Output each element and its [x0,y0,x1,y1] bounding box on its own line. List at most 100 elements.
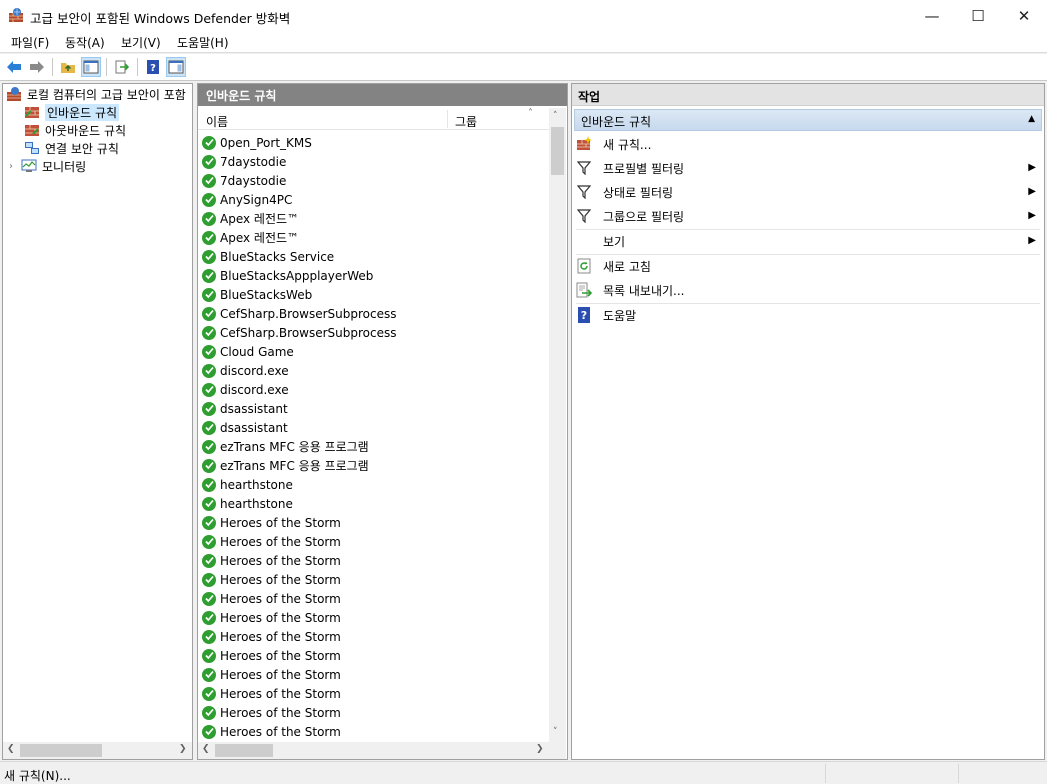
show-hide-action-pane-icon[interactable] [166,57,186,77]
enabled-check-icon [202,382,216,397]
scroll-right-icon[interactable]: ❯ [179,744,187,754]
refresh-icon [576,258,592,274]
table-row[interactable]: Heroes of the Storm [202,608,341,627]
table-row[interactable]: BlueStacksAppplayerWeb [202,266,373,285]
menu-action[interactable]: 동작(A) [65,34,105,51]
submenu-arrow-icon: ▶ [1028,210,1036,221]
table-row[interactable]: Heroes of the Storm [202,646,341,665]
up-folder-icon[interactable] [58,57,78,77]
table-row[interactable]: dsassistant [202,399,288,418]
scrollbar-thumb[interactable] [215,744,273,757]
chevron-right-icon[interactable]: › [9,161,21,172]
action-filter-by-profile[interactable]: 프로필별 필터링 ▶ [576,157,1040,179]
scroll-down-icon[interactable]: ˅ [553,727,558,737]
action-filter-by-group[interactable]: 그룹으로 필터링 ▶ [576,205,1040,227]
table-row[interactable]: CefSharp.BrowserSubprocess [202,323,397,342]
collapse-icon[interactable]: ▲ [1028,114,1035,124]
scroll-left-icon[interactable]: ❮ [202,744,210,754]
tree-root[interactable]: 로컬 컴퓨터의 고급 보안이 포함 [6,85,186,103]
table-row[interactable]: Heroes of the Storm [202,722,341,741]
show-hide-tree-icon[interactable] [81,57,101,77]
table-row[interactable]: discord.exe [202,380,289,399]
rule-name: ezTrans MFC 응용 프로그램 [220,459,369,473]
table-row[interactable]: CefSharp.BrowserSubprocess [202,304,397,323]
table-row[interactable]: 7daystodie [202,171,286,190]
filter-icon [576,160,592,176]
menu-view[interactable]: 보기(V) [121,34,161,51]
rule-name: BlueStacksWeb [220,287,313,302]
tree-item-outbound-rules[interactable]: 아웃바운드 규칙 [24,121,126,139]
rule-name: Heroes of the Storm [220,610,341,625]
table-row[interactable]: Heroes of the Storm [202,513,341,532]
enabled-check-icon [202,306,216,321]
table-row[interactable]: AnySign4PC [202,190,292,209]
table-row[interactable]: BlueStacks Service [202,247,334,266]
column-name-header[interactable]: 이름 [206,113,228,130]
table-row[interactable]: hearthstone [202,475,293,494]
tree-item-inbound-rules[interactable]: 인바운드 규칙 [24,103,120,121]
action-new-rule[interactable]: 새 규칙... [576,133,1040,155]
vertical-scrollbar[interactable]: ˄ ˅ [549,108,566,742]
table-row[interactable]: BlueStacksWeb [202,285,312,304]
help-icon[interactable]: ? [143,57,163,77]
table-row[interactable]: Cloud Game [202,342,294,361]
table-row[interactable]: 7daystodie [202,152,286,171]
action-refresh[interactable]: 새로 고침 [576,255,1040,277]
filter-icon [576,208,592,224]
close-button[interactable]: ✕ [1001,0,1047,31]
action-label: 새 규칙... [603,137,652,152]
table-row[interactable]: discord.exe [202,361,289,380]
export-list-icon[interactable] [112,57,132,77]
table-row[interactable]: ezTrans MFC 응용 프로그램 [202,456,369,475]
window-title: 고급 보안이 포함된 Windows Defender 방화벽 [30,11,291,26]
scrollbar-thumb[interactable] [20,744,102,757]
maximize-button[interactable]: ☐ [955,0,1001,31]
tree-item-monitoring[interactable]: › 모니터링 [9,157,86,175]
rule-name: Heroes of the Storm [220,534,341,549]
rule-name: ezTrans MFC 응용 프로그램 [220,440,369,454]
table-row[interactable]: Heroes of the Storm [202,589,341,608]
table-row[interactable]: 0pen_Port_KMS [202,133,312,152]
table-row[interactable]: Apex 레전드™ [202,209,299,228]
horizontal-scrollbar[interactable]: ❮ ❯ [198,742,549,759]
table-row[interactable]: ezTrans MFC 응용 프로그램 [202,437,369,456]
scroll-left-icon[interactable]: ❮ [7,744,15,754]
rule-name: Heroes of the Storm [220,572,341,587]
table-row[interactable]: dsassistant [202,418,288,437]
back-arrow-icon[interactable] [4,57,24,77]
enabled-check-icon [202,591,216,606]
menu-file[interactable]: 파일(F) [11,34,49,51]
table-row[interactable]: Heroes of the Storm [202,684,341,703]
table-row[interactable]: hearthstone [202,494,293,513]
rule-name: Heroes of the Storm [220,705,341,720]
scrollbar-thumb[interactable] [551,127,564,175]
enabled-check-icon [202,401,216,416]
table-row[interactable]: Apex 레전드™ [202,228,299,247]
action-label: 도움말 [603,308,637,323]
action-view[interactable]: 보기 ▶ [576,230,1040,252]
action-label: 상태로 필터링 [603,185,674,200]
section-title: 인바운드 규칙 [581,115,652,129]
action-filter-by-state[interactable]: 상태로 필터링 ▶ [576,181,1040,203]
scroll-up-icon[interactable]: ˄ [553,111,558,121]
action-label: 목록 내보내기... [603,283,685,298]
column-divider[interactable] [447,110,448,128]
action-export-list[interactable]: 목록 내보내기... [576,279,1040,301]
table-row[interactable]: Heroes of the Storm [202,627,341,646]
action-help[interactable]: ? 도움말 [576,304,1040,326]
table-row[interactable]: Heroes of the Storm [202,703,341,722]
rule-name: Heroes of the Storm [220,686,341,701]
table-row[interactable]: Heroes of the Storm [202,551,341,570]
actions-section-inbound-rules[interactable]: 인바운드 규칙 ▲ [574,109,1042,131]
menu-help[interactable]: 도움말(H) [177,34,229,51]
tree-item-connection-security-rules[interactable]: 연결 보안 규칙 [24,139,119,157]
table-row[interactable]: Heroes of the Storm [202,665,341,684]
forward-arrow-icon[interactable] [27,57,47,77]
minimize-button[interactable]: — [909,0,955,31]
column-group-header[interactable]: 그룹 [455,113,477,130]
horizontal-scrollbar[interactable]: ❮ ❯ [3,742,192,759]
enabled-check-icon [202,192,216,207]
scroll-right-icon[interactable]: ❯ [536,744,544,754]
table-row[interactable]: Heroes of the Storm [202,570,341,589]
table-row[interactable]: Heroes of the Storm [202,532,341,551]
